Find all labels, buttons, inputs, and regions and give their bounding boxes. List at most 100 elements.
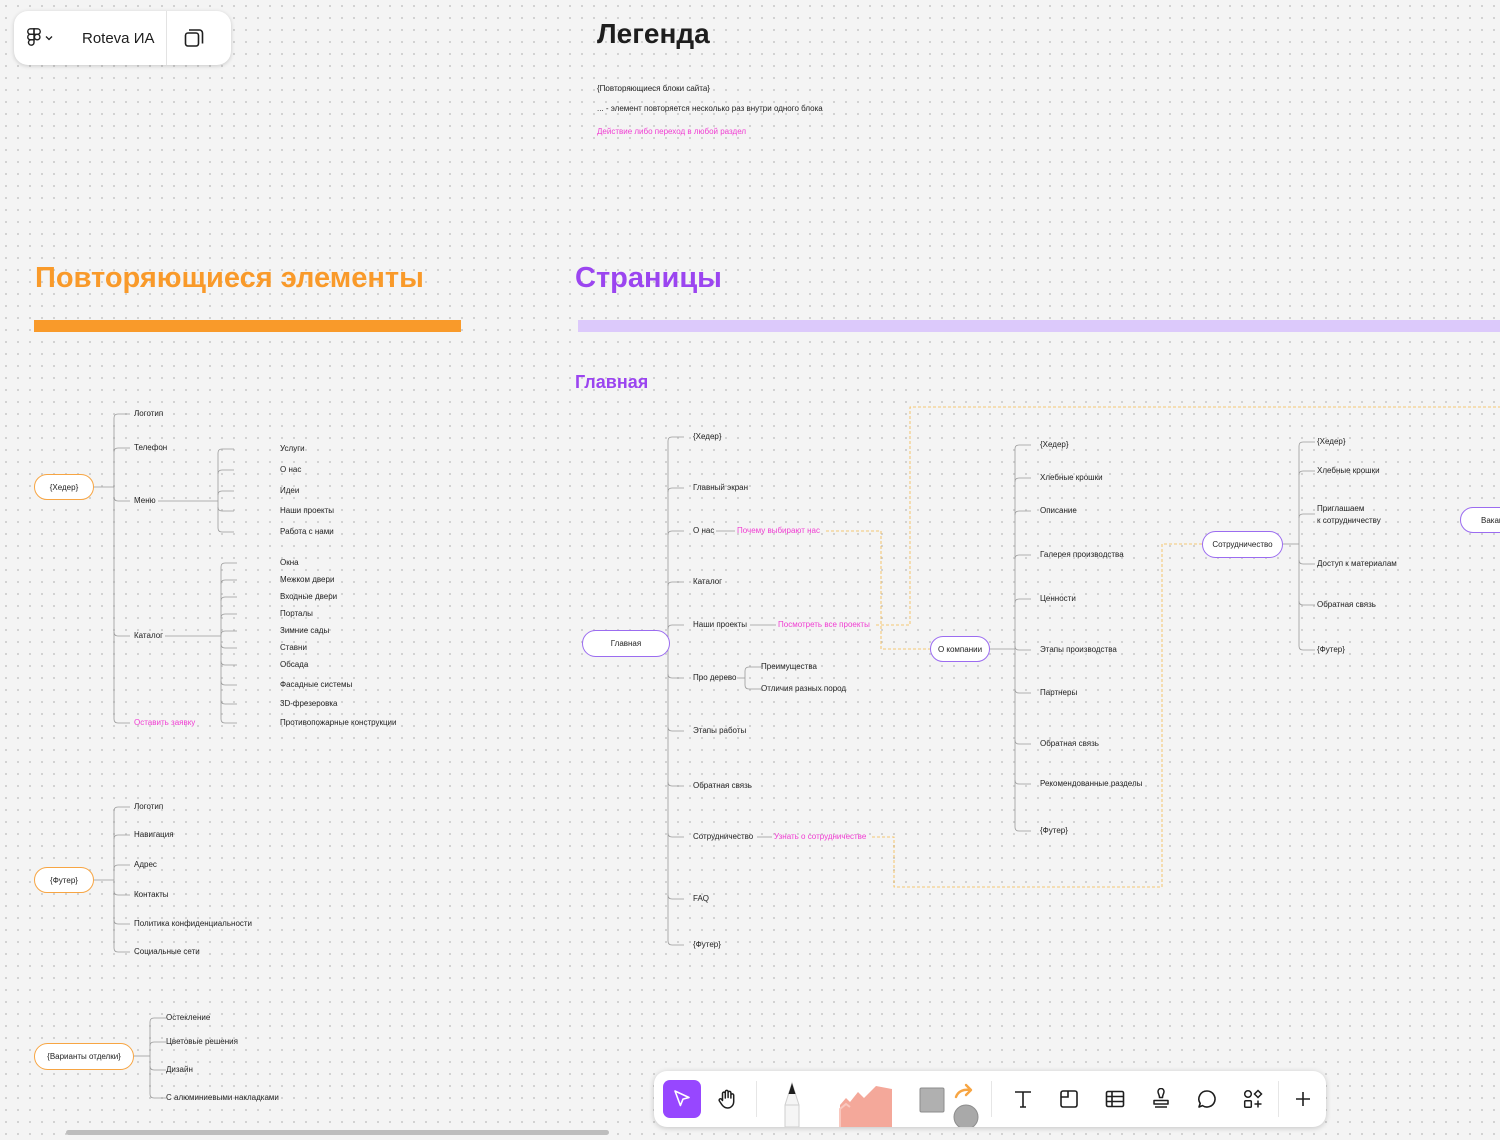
highlighter-tool-button[interactable] [830,1079,900,1127]
tree-connector [1298,600,1315,606]
tree-connector [220,596,237,602]
layers-button[interactable] [167,11,221,65]
hand-icon [718,1089,735,1109]
finish-item: Остекление [166,1013,211,1022]
tree-connector [113,447,130,453]
main-page-item: {Хедер} [693,432,722,441]
tree-connector [1014,826,1031,832]
section-divider-purple [578,320,1500,332]
tree-connector [149,1041,166,1047]
tree-connector [667,436,684,442]
shape-tool-button[interactable] [916,1081,980,1127]
node-header[interactable]: {Хедер} [34,474,94,500]
comment-bubble-icon [1198,1090,1216,1108]
tree-connector [149,1093,166,1099]
comment-tool-button[interactable] [1188,1080,1226,1118]
widgets-icon [1243,1089,1263,1109]
tree-connector [217,469,234,475]
catalog-item: Противопожарные конструкции [280,718,397,727]
catalog-item: Порталы [280,609,313,618]
catalog-item: Фасадные системы [280,680,353,689]
text-tool-button[interactable] [1004,1080,1042,1118]
tree-connector [113,947,130,953]
node-footer[interactable]: {Футер} [34,867,94,893]
link-all-projects: Посмотреть все проекты [778,620,870,629]
plus-icon [1296,1092,1310,1106]
tree-connector [220,718,237,724]
tree-connector [220,660,237,666]
tree-connector [667,832,684,838]
menu-item: Идеи [280,486,300,495]
table-tool-button[interactable] [1096,1080,1134,1118]
node-main-page[interactable]: Главная [582,630,670,657]
cooperation-page-item: Хлебные крошки [1317,466,1380,475]
stamp-icon [1153,1088,1169,1108]
table-icon [1105,1090,1125,1108]
tree-connector [667,673,684,679]
dashed-link-connector [872,543,1202,888]
tree-connector [667,487,684,493]
dashed-link-connector [826,530,930,650]
legend-title: Легенда [597,18,710,49]
stamp-tool-button[interactable] [1142,1080,1180,1118]
node-finish-options[interactable]: {Варианты отделки} [34,1043,134,1070]
tree-connector [1298,559,1315,565]
cursor-arrow-icon [674,1090,690,1107]
horizontal-scrollbar[interactable] [66,1130,609,1135]
section-tool-button[interactable] [1050,1080,1088,1118]
main-page-item: О нас [693,526,715,535]
shapes-connector-icon [919,1083,979,1127]
section-divider-orange [34,320,461,332]
legend-line-repeating: {Повторяющиеся блоки сайта} [597,84,710,93]
tree-connector [220,643,237,649]
tree-connector [113,496,130,502]
footer-item: Навигация [134,830,174,839]
tree-connector [744,666,761,672]
chevron-down-icon [45,36,53,41]
highlighter-icon [839,1086,892,1127]
main-page-item: {Футер} [693,940,721,949]
section-frame-icon [1060,1090,1078,1108]
tree-connector [217,490,234,496]
tree-connector [113,864,130,870]
catalog-item: Обсада [280,660,309,669]
wood-item: Отличия разных пород [761,684,847,693]
tree-connector [1298,645,1315,651]
section-title-repeating: Повторяющиеся элементы [35,262,424,294]
toolbar-divider [1278,1081,1279,1117]
tree-connector [113,919,130,925]
tree-connector [667,726,684,732]
move-tool-button[interactable] [663,1080,701,1118]
link-cooperation: Узнать о сотрудничестве [774,832,867,841]
about-page-item: Партнеры [1040,688,1078,697]
marker-tool-button[interactable] [772,1075,812,1127]
about-page-item: Ценности [1040,594,1076,603]
catalog-item: Межком двери [280,575,335,584]
widgets-tool-button[interactable] [1234,1080,1272,1118]
main-page-item: Обратная связь [693,781,752,790]
tree-connector [217,527,234,533]
footer-item: Адрес [134,860,157,869]
tree-connector [220,699,237,705]
catalog-item: Зимние сады [280,626,330,635]
section-title-main: Главная [575,372,649,392]
node-cooperation-page[interactable]: Сотрудничество [1202,531,1283,558]
node-vacancies-page[interactable]: Вакансии [1460,507,1500,533]
footer-item: Социальные сети [134,947,200,956]
main-page-item: Каталог [693,577,723,586]
main-page-item: Наши проекты [693,620,748,629]
tree-connector [1014,779,1031,785]
whiteboard-canvas[interactable]: Легенда {Повторяющиеся блоки сайта} ... … [0,0,1500,1140]
menu-item: О нас [280,465,302,474]
hand-tool-button[interactable] [708,1080,746,1118]
main-menu-button[interactable] [14,11,66,65]
legend-line-action: Действие либо переход в любой раздел [597,127,747,136]
about-page-item: {Футер} [1040,826,1068,835]
node-about-page[interactable]: О компании [930,636,990,662]
tree-connector [1298,441,1315,447]
menu-item: Работа с нами [280,527,334,536]
tree-connector [1298,513,1315,519]
catalog-item: Ставни [280,643,307,652]
more-tool-button[interactable] [1284,1080,1322,1118]
file-name[interactable]: Roteva ИА [66,30,166,47]
